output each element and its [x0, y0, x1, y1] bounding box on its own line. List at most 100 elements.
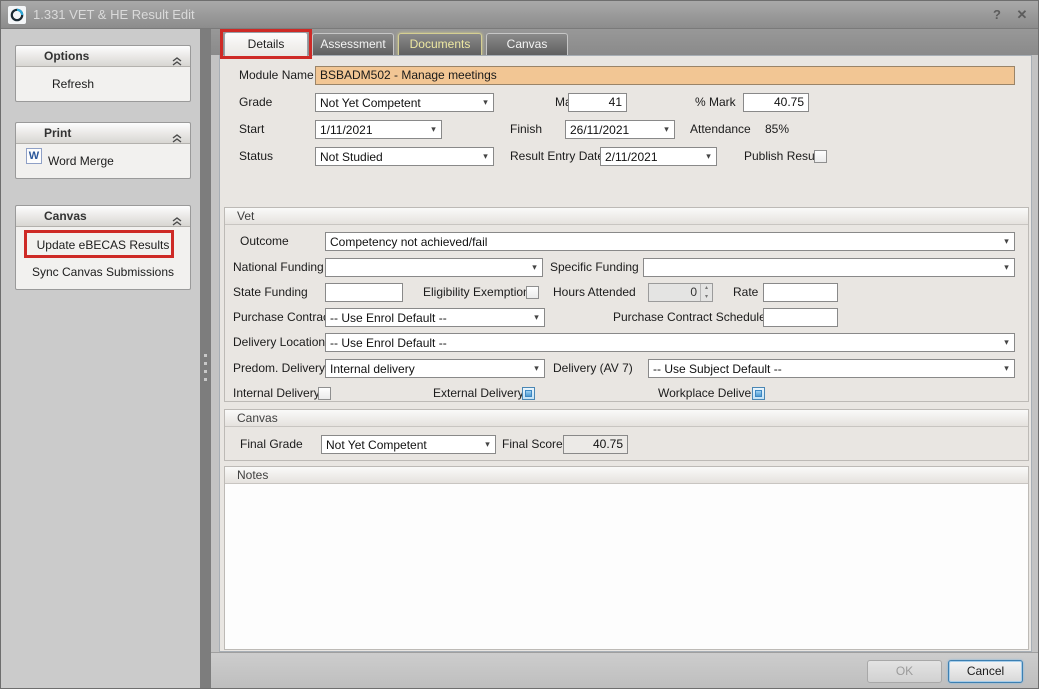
refresh-button[interactable]: Refresh [16, 67, 190, 101]
hours-attended-spinner[interactable]: 0 ▴▾ [648, 283, 713, 302]
footer-bar: OK Cancel [211, 652, 1039, 689]
purchase-contract-schedule-field[interactable] [763, 308, 838, 327]
eligibility-exemption-checkbox[interactable] [526, 286, 539, 299]
mark-field[interactable]: 41 [568, 93, 627, 112]
options-panel-header[interactable]: Options [16, 46, 190, 67]
vet-group-header: Vet [225, 208, 1028, 225]
start-date-dropdown[interactable]: 1/11/2021 ▾ [315, 120, 442, 139]
splitter-grip[interactable] [204, 354, 207, 384]
grade-label: Grade [239, 93, 272, 112]
purchase-contract-label: Purchase Contract [233, 308, 332, 327]
dropdown-arrow-icon[interactable]: ▾ [529, 312, 544, 323]
rate-field[interactable] [763, 283, 838, 302]
rate-label: Rate [733, 283, 758, 302]
dropdown-arrow-icon[interactable]: ▾ [480, 439, 495, 450]
pct-mark-field[interactable]: 40.75 [743, 93, 809, 112]
specific-funding-dropdown[interactable]: ▾ [643, 258, 1015, 277]
publish-result-checkbox[interactable] [814, 150, 827, 163]
publish-result-label: Publish Result [744, 147, 821, 166]
canvas-panel-header[interactable]: Canvas [16, 206, 190, 227]
dropdown-arrow-icon[interactable]: ▾ [527, 262, 542, 273]
canvas-panel: Canvas Update eBECAS Results Sync Canvas… [15, 205, 191, 290]
options-panel: Options Refresh [15, 45, 191, 102]
eligibility-exemption-label: Eligibility Exemption [423, 283, 530, 302]
dropdown-arrow-icon[interactable]: ▾ [659, 124, 674, 135]
final-score-label: Final Score [502, 435, 563, 454]
predom-delivery-dropdown[interactable]: Internal delivery ▾ [325, 359, 545, 378]
final-score-field[interactable]: 40.75 [563, 435, 628, 454]
notes-editor[interactable] [225, 484, 1028, 649]
grade-value: Not Yet Competent [316, 96, 478, 110]
internal-delivery-checkbox[interactable] [318, 387, 331, 400]
dropdown-arrow-icon[interactable]: ▾ [529, 363, 544, 374]
delivery-av7-label: Delivery (AV 7) [553, 359, 633, 378]
tab-assessment[interactable]: Assessment [312, 33, 394, 56]
vet-group: Vet Outcome Competency not achieved/fail… [224, 207, 1029, 402]
ok-button[interactable]: OK [867, 660, 942, 683]
dropdown-arrow-icon[interactable]: ▾ [478, 151, 493, 162]
grade-dropdown[interactable]: Not Yet Competent ▾ [315, 93, 494, 112]
result-entry-date-dropdown[interactable]: 2/11/2021 ▾ [600, 147, 717, 166]
window-title: 1.331 VET & HE Result Edit [33, 1, 195, 29]
outcome-label: Outcome [240, 232, 289, 251]
spinner-down-icon[interactable]: ▾ [701, 293, 712, 302]
dropdown-arrow-icon[interactable]: ▾ [999, 363, 1014, 374]
start-label: Start [239, 120, 264, 139]
sync-canvas-submissions-button[interactable]: Sync Canvas Submissions [16, 259, 190, 285]
dropdown-arrow-icon[interactable]: ▾ [999, 262, 1014, 273]
sidebar: Options Refresh Print W Word Merge Canva [1, 29, 200, 689]
state-funding-field[interactable] [325, 283, 403, 302]
status-dropdown[interactable]: Not Studied ▾ [315, 147, 494, 166]
word-icon: W [26, 148, 42, 164]
start-date-value: 1/11/2021 [316, 123, 426, 137]
purchase-contract-value: -- Use Enrol Default -- [326, 311, 529, 325]
tab-documents[interactable]: Documents [398, 33, 482, 56]
tab-details[interactable]: Details [224, 32, 308, 56]
result-entry-date-value: 2/11/2021 [601, 150, 701, 164]
workplace-delivery-checkbox[interactable] [752, 387, 765, 400]
finish-label: Finish [510, 120, 542, 139]
hours-attended-label: Hours Attended [553, 283, 636, 302]
close-icon[interactable]: ✕ [1011, 1, 1033, 29]
dropdown-arrow-icon[interactable]: ▾ [426, 124, 441, 135]
national-funding-dropdown[interactable]: ▾ [325, 258, 543, 277]
final-grade-dropdown[interactable]: Not Yet Competent ▾ [321, 435, 496, 454]
purchase-contract-dropdown[interactable]: -- Use Enrol Default -- ▾ [325, 308, 545, 327]
module-name-field[interactable]: BSBADM502 - Manage meetings [315, 66, 1015, 85]
update-ebecas-results-button[interactable]: Update eBECAS Results [16, 232, 190, 258]
delivery-location-dropdown[interactable]: -- Use Enrol Default -- ▾ [325, 333, 1015, 352]
result-entry-date-label: Result Entry Date [510, 147, 604, 166]
notes-group: Notes [224, 466, 1029, 650]
word-merge-button[interactable]: W Word Merge [16, 144, 190, 178]
finish-date-dropdown[interactable]: 26/11/2021 ▾ [565, 120, 675, 139]
help-icon[interactable]: ? [986, 1, 1008, 29]
dropdown-arrow-icon[interactable]: ▾ [999, 236, 1014, 247]
options-panel-title: Options [44, 49, 89, 63]
attendance-value: 85% [765, 120, 789, 139]
spinner-up-icon[interactable]: ▴ [701, 284, 712, 293]
dropdown-arrow-icon[interactable]: ▾ [701, 151, 716, 162]
canvas-group: Canvas Final Grade Not Yet Competent ▾ F… [224, 409, 1029, 461]
outcome-value: Competency not achieved/fail [326, 235, 999, 249]
final-grade-value: Not Yet Competent [322, 438, 480, 452]
print-panel: Print W Word Merge [15, 122, 191, 179]
cancel-button[interactable]: Cancel [948, 660, 1023, 683]
notes-group-header: Notes [225, 467, 1028, 484]
collapse-chevron-icon[interactable] [172, 212, 182, 232]
dialog-window: 1.331 VET & HE Result Edit ? ✕ Options R… [0, 0, 1039, 689]
dropdown-arrow-icon[interactable]: ▾ [999, 337, 1014, 348]
delivery-av7-dropdown[interactable]: -- Use Subject Default -- ▾ [648, 359, 1015, 378]
status-label: Status [239, 147, 273, 166]
print-panel-header[interactable]: Print [16, 123, 190, 144]
external-delivery-checkbox[interactable] [522, 387, 535, 400]
title-bar[interactable]: 1.331 VET & HE Result Edit ? ✕ [1, 1, 1039, 29]
external-delivery-label: External Delivery [433, 384, 524, 403]
canvas-panel-title: Canvas [44, 209, 87, 223]
outcome-dropdown[interactable]: Competency not achieved/fail ▾ [325, 232, 1015, 251]
sidebar-splitter[interactable] [200, 29, 211, 689]
status-value: Not Studied [316, 150, 478, 164]
specific-funding-label: Specific Funding [550, 258, 639, 277]
dropdown-arrow-icon[interactable]: ▾ [478, 97, 493, 108]
finish-date-value: 26/11/2021 [566, 123, 659, 137]
tab-canvas[interactable]: Canvas [486, 33, 568, 56]
